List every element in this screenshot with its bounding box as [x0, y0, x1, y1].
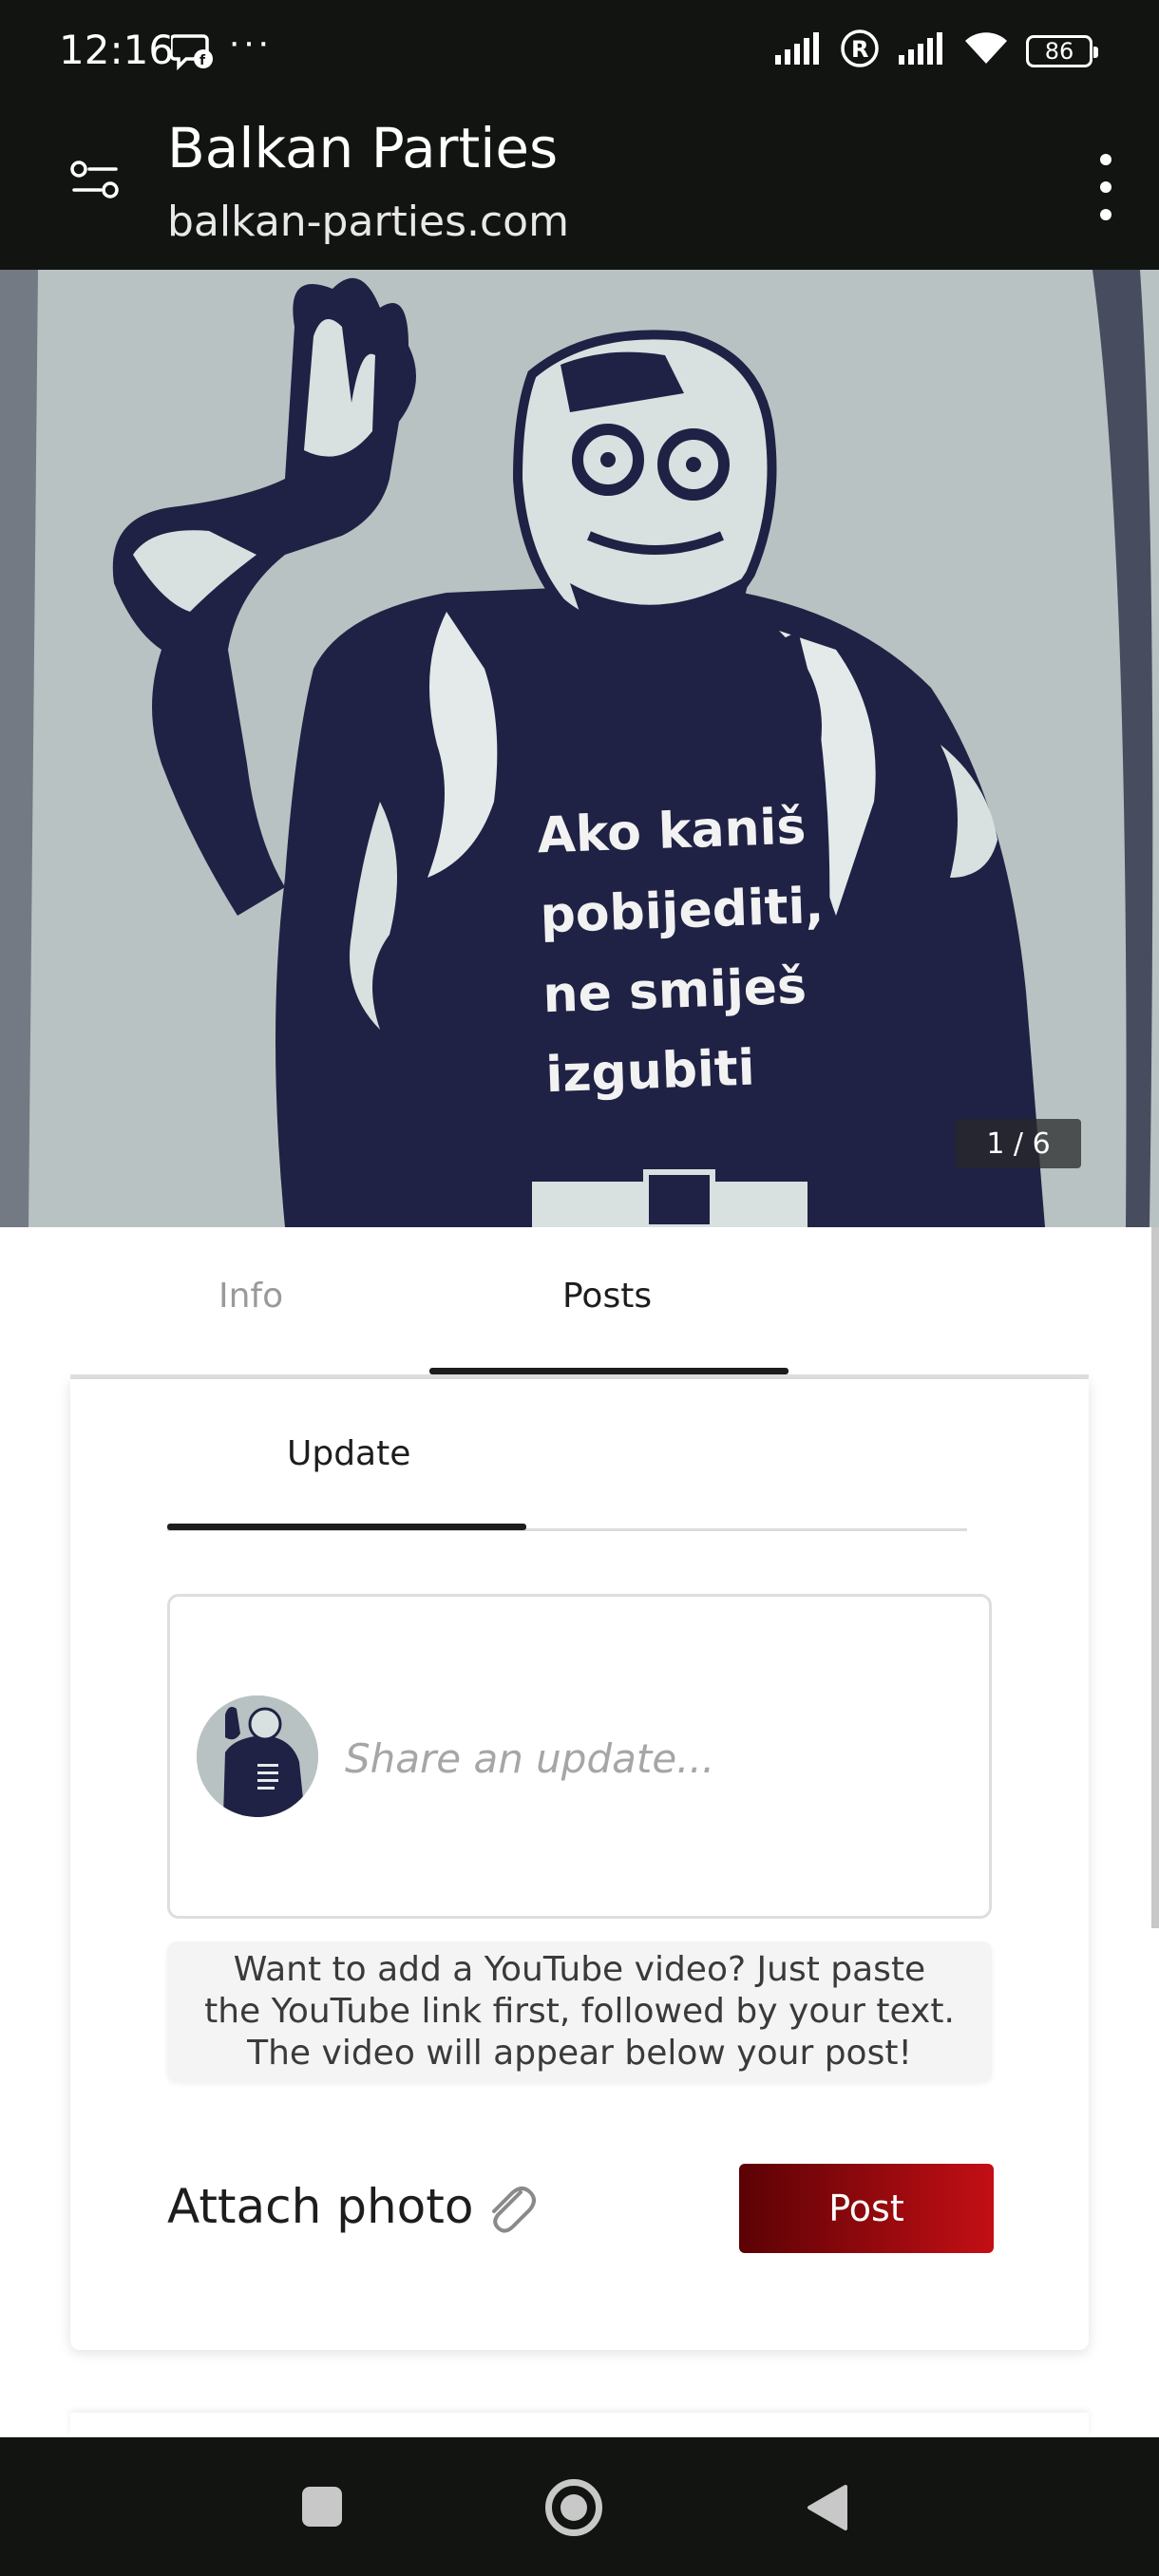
- back-button[interactable]: [804, 2483, 849, 2537]
- status-bar: 12:16 f ··· R 86: [0, 0, 1159, 106]
- svg-text:f: f: [200, 53, 206, 68]
- poster-caption: Ako kaniš pobijediti, ne smiješ izgubiti: [536, 785, 889, 1115]
- recents-button[interactable]: [302, 2487, 342, 2527]
- more-vert-icon[interactable]: [1094, 154, 1117, 220]
- caption-line: izgubiti: [544, 1039, 756, 1105]
- post-composer-card: Update Share an update... Want to add a …: [70, 1379, 1089, 2350]
- site-url[interactable]: balkan-parties.com: [167, 198, 569, 246]
- composer-tabs: Update: [167, 1379, 967, 1531]
- battery-level: 86: [1044, 37, 1074, 65]
- active-tab-indicator: [429, 1368, 788, 1374]
- wifi-icon: [963, 31, 1009, 70]
- app-header: Balkan Parties balkan-parties.com: [0, 106, 1159, 270]
- tab-update[interactable]: Update: [287, 1434, 410, 1473]
- avatar: [197, 1695, 318, 1817]
- svg-text:R: R: [851, 36, 868, 63]
- signal-icon: [897, 32, 946, 69]
- more-notifications: ···: [228, 21, 272, 63]
- home-button[interactable]: [545, 2479, 602, 2536]
- paperclip-icon[interactable]: [483, 2179, 536, 2241]
- attach-photo-label[interactable]: Attach photo: [167, 2179, 473, 2234]
- caption-line: pobijediti,: [539, 877, 826, 945]
- site-title: Balkan Parties: [167, 116, 559, 180]
- battery-icon: 86: [1026, 34, 1098, 67]
- caption-line: ne smiješ: [542, 957, 808, 1025]
- update-placeholder: Share an update...: [345, 1735, 715, 1782]
- roaming-icon: R: [840, 28, 880, 73]
- signal-icon: [773, 32, 823, 69]
- photo-counter: 1 / 6: [956, 1119, 1081, 1168]
- scrollbar[interactable]: [1151, 1227, 1159, 1928]
- tune-icon[interactable]: [70, 160, 120, 206]
- status-indicators: R 86: [773, 28, 1098, 73]
- active-subtab-indicator: [167, 1524, 526, 1530]
- post-button[interactable]: Post: [739, 2164, 994, 2253]
- tab-info[interactable]: Info: [218, 1277, 283, 1316]
- status-time: 12:16: [59, 27, 175, 73]
- tab-posts[interactable]: Posts: [562, 1277, 652, 1316]
- youtube-hint: Want to add a YouTube video? Just paste …: [167, 1941, 992, 2082]
- photo-gallery[interactable]: Ako kaniš pobijediti, ne smiješ izgubiti…: [0, 270, 1159, 1227]
- caption-line: Ako kaniš: [536, 798, 808, 865]
- navigation-bar: [0, 2437, 1159, 2576]
- update-input[interactable]: Share an update...: [167, 1594, 992, 1919]
- messenger-icon: f: [169, 32, 215, 75]
- next-card: [70, 2413, 1089, 2435]
- main-tabs: Info Posts: [70, 1227, 1089, 1379]
